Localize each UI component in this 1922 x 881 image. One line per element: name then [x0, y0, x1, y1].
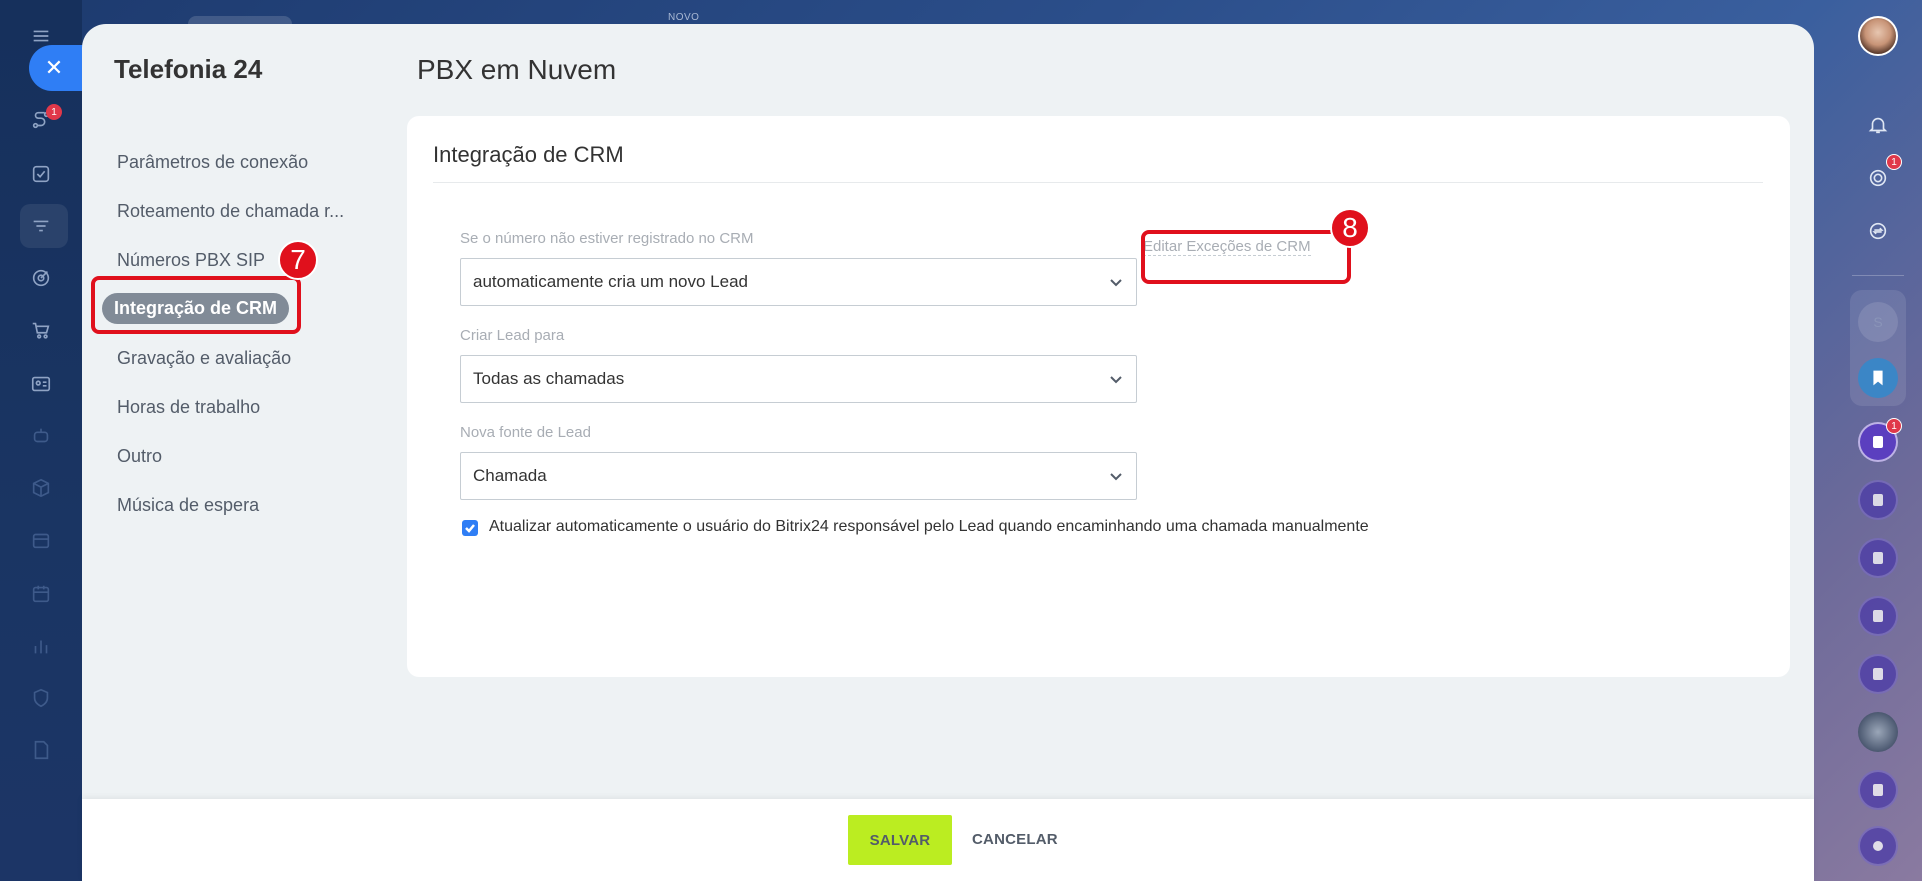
- lead-source-label: Nova fonte de Lead: [460, 424, 591, 441]
- target-icon[interactable]: [27, 264, 55, 292]
- building-icon[interactable]: [27, 526, 55, 554]
- nav-item-hold-music[interactable]: Música de espera: [117, 495, 259, 516]
- page-title: PBX em Nuvem: [417, 54, 617, 85]
- marker-number-8: 8: [1330, 208, 1370, 248]
- marker-box-exceptions: [1141, 230, 1351, 284]
- document-icon[interactable]: [27, 736, 55, 764]
- calendar-icon[interactable]: [27, 580, 55, 608]
- marker-box-nav: [91, 276, 301, 334]
- contact-chip-4[interactable]: [1858, 596, 1898, 636]
- create-lead-value: Todas as chamadas: [473, 369, 625, 388]
- sync-icon[interactable]: [1858, 211, 1898, 251]
- left-app-rail: 1: [0, 0, 82, 881]
- contact-chip-3[interactable]: [1858, 538, 1898, 578]
- card-divider: [433, 182, 1763, 183]
- contact-chip-5[interactable]: [1858, 654, 1898, 694]
- chart-icon[interactable]: [27, 632, 55, 660]
- auto-update-checkbox[interactable]: [462, 520, 478, 536]
- lead-source-value: Chamada: [473, 466, 547, 485]
- chevron-down-icon: [1108, 371, 1124, 387]
- contact-badge: 1: [1886, 418, 1902, 434]
- contact-chip-6[interactable]: [1858, 770, 1898, 810]
- nav-item-connection[interactable]: Parâmetros de conexão: [117, 152, 308, 173]
- card-title: Integração de CRM: [433, 142, 624, 167]
- unregistered-number-select[interactable]: automaticamente cria um novo Lead: [460, 258, 1137, 306]
- create-lead-select[interactable]: Todas as chamadas: [460, 355, 1137, 403]
- cube-icon[interactable]: [27, 474, 55, 502]
- bell-icon[interactable]: [1858, 105, 1898, 145]
- unregistered-number-value: automaticamente cria um novo Lead: [473, 272, 748, 291]
- rail-notification-badge: 1: [46, 104, 62, 120]
- top-new-label: NOVO: [668, 12, 700, 23]
- close-icon: ✕: [44, 55, 64, 80]
- settings-panel: Telefonia 24 Parâmetros de conexão Rotea…: [82, 24, 1814, 881]
- close-slider-button[interactable]: ✕: [29, 45, 83, 91]
- right-rail-divider: [1852, 275, 1904, 276]
- user-avatar[interactable]: [1858, 16, 1898, 56]
- crm-integration-card: Integração de CRM Se o número não estive…: [407, 116, 1790, 677]
- copilot-icon[interactable]: [1858, 826, 1898, 866]
- nav-item-working-hours[interactable]: Horas de trabalho: [117, 397, 260, 418]
- nav-item-call-routing[interactable]: Roteamento de chamada r...: [117, 201, 344, 222]
- bookmark-icon[interactable]: [1858, 358, 1898, 398]
- nav-item-recording[interactable]: Gravação e avaliação: [117, 348, 291, 369]
- app-title: Telefonia 24: [114, 54, 263, 84]
- footer-bar: SALVAR CANCELAR: [82, 799, 1814, 881]
- nav-item-other[interactable]: Outro: [117, 446, 162, 467]
- unregistered-number-label: Se o número não estiver registrado no CR…: [460, 230, 754, 247]
- shield-icon[interactable]: [27, 684, 55, 712]
- lead-source-select[interactable]: Chamada: [460, 452, 1137, 500]
- save-button[interactable]: SALVAR: [848, 815, 952, 865]
- check-icon: [465, 524, 475, 533]
- contact-chip-2[interactable]: [1858, 480, 1898, 520]
- filter-icon[interactable]: [27, 212, 55, 240]
- marker-number-7: 7: [278, 240, 318, 280]
- group-avatar-s[interactable]: S: [1858, 302, 1898, 342]
- chevron-down-icon: [1108, 274, 1124, 290]
- auto-update-label: Atualizar automaticamente o usuário do B…: [489, 518, 1369, 535]
- right-rail: 1 S 1: [1822, 0, 1922, 881]
- nav-item-pbx-sip-numbers[interactable]: Números PBX SIP: [117, 250, 265, 271]
- contact-card-icon[interactable]: [27, 370, 55, 398]
- chevron-down-icon: [1108, 468, 1124, 484]
- cart-icon[interactable]: [27, 316, 55, 344]
- spiral-badge: 1: [1886, 154, 1902, 170]
- bot-avatar[interactable]: [1858, 712, 1898, 752]
- create-lead-label: Criar Lead para: [460, 327, 565, 344]
- tasks-icon[interactable]: [27, 160, 55, 188]
- cancel-button[interactable]: CANCELAR: [972, 831, 1058, 848]
- robot-icon[interactable]: [27, 422, 55, 450]
